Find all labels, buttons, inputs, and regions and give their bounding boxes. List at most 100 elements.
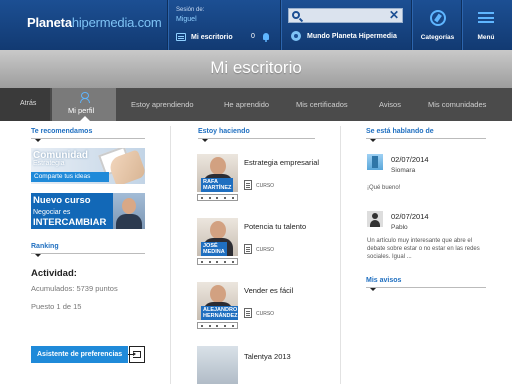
course-kind: CURSO [256, 247, 275, 253]
activity-label: Actividad: [31, 268, 77, 279]
section-rule [31, 253, 145, 254]
course-card[interactable]: Rafa Martínez Estrategia empresarial CURS… [197, 154, 319, 216]
doing-title: Estoy haciendo [198, 128, 250, 135]
active-tab-indicator [80, 116, 90, 121]
promo-course[interactable]: Nuevo curso Negociar es INTERCAMBIAR [31, 193, 145, 229]
tab-notices[interactable]: Avisos [379, 100, 401, 109]
section-rule [31, 138, 145, 139]
rating-stars [197, 322, 238, 329]
course-photo-head [210, 157, 226, 175]
course-photo-head [210, 221, 226, 239]
activity-position: Puesto 1 de 15 [31, 302, 82, 311]
instructor-last-name: Hernández [203, 313, 238, 319]
header-divider [167, 0, 168, 50]
comment-text: Un artículo muy interesante que abre el … [367, 238, 480, 260]
promo-community-sub: Estrategia [33, 160, 65, 167]
promo-course-head: Nuevo curso [33, 195, 91, 206]
instructor-tag: Alejandro Hernández [201, 306, 238, 320]
tab-learning[interactable]: Estoy aprendiendo [131, 100, 194, 109]
course-icon [244, 308, 252, 318]
world-link[interactable]: Mundo Planeta Hipermedia [291, 31, 397, 41]
section-marker [35, 254, 41, 257]
comment-author: Pablo [391, 224, 408, 231]
course-title[interactable]: Talentya 2013 [244, 352, 291, 361]
section-rule [198, 138, 315, 139]
course-icon [244, 180, 252, 190]
logo-part1: Planeta [27, 15, 72, 30]
comment-author: Siomara [391, 167, 416, 174]
course-card[interactable]: Alejandro Hernández Vender es fácil CURSO [197, 282, 317, 344]
header-divider [280, 0, 281, 50]
promo-community[interactable]: Comunidad Estrategia Comparte tus ideas [31, 148, 145, 184]
header-divider [411, 0, 412, 50]
course-kind: CURSO [256, 311, 275, 317]
course-kind: CURSO [256, 183, 275, 189]
session-label: Sesión de: [176, 7, 205, 13]
bell-icon[interactable] [263, 33, 269, 42]
instructor-tag: Rafa Martínez [201, 178, 234, 192]
exit-icon [128, 351, 141, 358]
tab-learned[interactable]: He aprendido [224, 100, 269, 109]
clear-icon[interactable]: ✕ [388, 9, 400, 22]
tab-communities[interactable]: Mis comunidades [428, 100, 486, 109]
promo-course-cta: INTERCAMBIAR [33, 217, 107, 228]
person-icon [80, 92, 90, 103]
my-desk-label: Mi escritorio [191, 33, 233, 41]
column-divider [170, 126, 171, 384]
menu-label: Menú [477, 34, 495, 41]
course-photo: Rafa Martínez [197, 154, 238, 192]
logo-part2: hipermedia.com [71, 15, 162, 30]
course-title: Potencia tu talento [244, 222, 307, 231]
desk-icon [176, 33, 186, 41]
world-label: Mundo Planeta Hipermedia [307, 32, 397, 40]
ranking-title: Ranking [31, 243, 59, 250]
column-divider [340, 126, 341, 384]
course-photo[interactable] [197, 346, 238, 384]
categories-label: Categorías [420, 34, 455, 41]
search-input[interactable] [304, 9, 384, 22]
session-user[interactable]: Miguel [176, 16, 197, 23]
avatar [367, 211, 383, 227]
comment-text: ¡Qué bueno! [367, 185, 401, 191]
header-divider [461, 0, 462, 50]
hamburger-icon [478, 12, 494, 23]
section-marker [370, 139, 376, 142]
tab-certificates[interactable]: Mis certificados [296, 100, 348, 109]
world-icon [291, 31, 301, 41]
logo[interactable]: Planetahipermedia.com [27, 15, 162, 30]
promo-course-sub: Negociar es [33, 209, 71, 216]
search-icon[interactable] [292, 11, 300, 19]
section-rule [366, 138, 486, 139]
activity-points: Acumulados: 5739 puntos [31, 284, 118, 293]
notices-title: Mis avisos [366, 277, 402, 284]
menu-button[interactable]: Menú [463, 0, 509, 50]
tab-my-profile-label: Mi perfil [68, 106, 95, 115]
course-card[interactable]: José Medina Potencia tu talento CURSO [197, 218, 317, 280]
page-title: Mi escritorio [210, 58, 302, 77]
course-photo-head [210, 285, 226, 303]
section-marker [370, 288, 376, 291]
section-marker [202, 139, 208, 142]
section-marker [35, 139, 41, 142]
back-button[interactable]: Atrás [20, 100, 36, 107]
preferences-assistant-button[interactable]: Asistente de preferencias [31, 346, 128, 363]
instructor-last-name: Martínez [203, 185, 232, 191]
course-title: Vender es fácil [244, 286, 294, 295]
instructor-face [122, 198, 136, 214]
instructor-tag: José Medina [201, 242, 227, 256]
course-photo: Alejandro Hernández [197, 282, 238, 320]
rating-stars [197, 258, 238, 265]
comment-date: 02/07/2014 [391, 212, 429, 221]
my-desk-link[interactable]: Mi escritorio [176, 33, 233, 41]
categories-button[interactable]: Categorías [415, 0, 460, 50]
app-root: Planetahipermedia.com Sesión de: Miguel … [0, 0, 512, 384]
section-rule [366, 287, 486, 288]
course-photo: José Medina [197, 218, 238, 256]
notification-count: 0 [251, 33, 255, 40]
comment-date: 02/07/2014 [391, 155, 429, 164]
instructor-suit [116, 214, 142, 229]
promo-community-cta: Comparte tus ideas [31, 172, 109, 182]
rating-stars [197, 194, 238, 201]
compass-icon [429, 10, 446, 26]
course-icon [244, 244, 252, 254]
